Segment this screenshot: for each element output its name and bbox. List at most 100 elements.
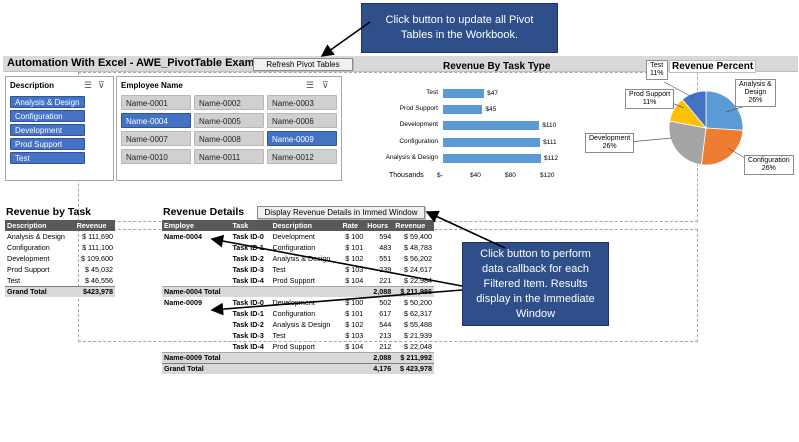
slicer-item-development[interactable]: Development <box>10 124 85 136</box>
employee-slicer-item[interactable]: Name-0011 <box>194 149 264 164</box>
callout-details: Click button to perform data callback fo… <box>462 242 609 326</box>
detail-cell <box>162 253 230 264</box>
slicer-item-prod-support[interactable]: Prod Support <box>10 138 85 150</box>
bar-value-label: $47 <box>487 90 498 97</box>
grand-total-row: Grand Total $423,978 <box>5 285 115 297</box>
detail-cell: Grand Total <box>162 362 231 374</box>
employee-slicer-item[interactable]: Name-0001 <box>121 95 191 110</box>
description-slicer: Description ☰ ⊽ Analysis & Design Config… <box>5 76 114 181</box>
slicer-item-test[interactable]: Test <box>10 152 85 164</box>
refresh-pivot-tables-button[interactable]: Refresh Pivot Tables <box>253 58 353 71</box>
pie-label-development-pct: 26% <box>602 143 617 150</box>
detail-cell <box>340 285 366 297</box>
employee-slicer-item[interactable]: Name-0005 <box>194 113 264 128</box>
employee-slicer-item[interactable]: Name-0012 <box>267 149 337 164</box>
column-header[interactable]: Rate <box>340 220 366 231</box>
detail-cell <box>162 264 230 275</box>
revenue-details-table: Employe Task Description Rate Hours Revenue Na… <box>162 220 434 374</box>
column-header[interactable]: Revenue <box>393 220 434 231</box>
table-row: Name-0009 Total 2,088 $ 211,992 <box>162 351 434 363</box>
display-revenue-details-button[interactable]: Display Revenue Details in Immed Window <box>257 206 425 219</box>
pie-label-development: Development 26% <box>585 133 635 153</box>
detail-cell <box>230 351 271 363</box>
column-header[interactable]: Task <box>230 220 271 231</box>
table-row: Name-0009 Task ID-0 Development $ 100 502 $ 5… <box>162 297 434 308</box>
detail-cell: $ 100 <box>345 298 364 307</box>
detail-cell: Name-0009 <box>164 298 202 307</box>
slicer-item-analysis-design[interactable]: Analysis & Design <box>10 96 85 108</box>
pie-label-prod-support: Prod Support 11% <box>625 89 675 109</box>
bar-value-label: $111 <box>543 138 557 146</box>
table-row: Prod Support $ 45,032 <box>5 264 115 275</box>
cell-description: Configuration <box>7 243 50 252</box>
bar-category-label: Development <box>399 121 438 129</box>
detail-cell: 551 <box>379 254 392 263</box>
employee-slicer-item[interactable]: Name-0007 <box>121 131 191 146</box>
detail-cell <box>270 351 341 363</box>
column-header[interactable]: Description <box>5 220 75 231</box>
slicer-item-configuration[interactable]: Configuration <box>10 110 85 122</box>
detail-cell: Name-0004 <box>164 232 202 241</box>
detail-cell <box>340 362 366 374</box>
detail-cell: $ 50,200 <box>404 298 432 307</box>
employee-slicer-item[interactable]: Name-0004 <box>121 113 191 128</box>
detail-cell <box>162 275 230 286</box>
callout-details-text: Click button to perform data callback fo… <box>476 247 595 320</box>
column-header[interactable]: Revenue <box>74 220 115 231</box>
revenue-by-task-table: Description Revenue Analysis & Design $ 111… <box>5 220 115 297</box>
employee-slicer-item[interactable]: Name-0010 <box>121 149 191 164</box>
employee-slicer-item[interactable]: Name-0009 <box>267 131 337 146</box>
pie-label-configuration-name: Configuration <box>748 157 790 164</box>
cell-description: Test <box>7 275 21 285</box>
employee-slicer-item[interactable]: Name-0003 <box>267 95 337 110</box>
detail-cell <box>162 330 230 341</box>
bar-value-label: $110 <box>542 122 557 130</box>
pie-label-analysis: Analysis & Design 26% <box>735 79 776 107</box>
bar-category-label: Test <box>426 89 438 96</box>
employee-slicer-item[interactable]: Name-0002 <box>194 95 264 110</box>
detail-cell: $ 24,617 <box>404 265 432 274</box>
detail-cell: Name-0004 Total <box>162 285 231 297</box>
detail-cell: $ 59,400 <box>404 232 432 241</box>
clear-filter-icon[interactable]: ⊽ <box>322 80 331 91</box>
detail-cell: 4,176 <box>365 362 394 374</box>
detail-cell: $ 211,992 <box>393 351 434 363</box>
bar-chart-title: Revenue By Task Type <box>443 61 551 72</box>
clear-filter-icon[interactable]: ⊽ <box>98 80 107 91</box>
detail-cell: $ 48,783 <box>404 243 432 252</box>
detail-cell: $ 104 <box>345 275 364 285</box>
detail-cell: Development <box>272 298 315 307</box>
detail-cell: $ 56,202 <box>404 254 432 263</box>
table-row: Name-0004 Task ID-0 Development $ 100 594 $ 5… <box>162 231 434 242</box>
detail-cell <box>340 351 366 363</box>
table-row: Task ID-2 Analysis & Design $ 102 551 $ 56,2… <box>162 253 434 264</box>
table-row: Analysis & Design $ 111,690 <box>5 231 115 242</box>
column-header[interactable]: Employe <box>162 220 231 231</box>
detail-cell: $ 101 <box>345 243 364 252</box>
detail-cell: $ 103 <box>345 331 364 340</box>
detail-cell: Task ID-3 <box>232 265 264 274</box>
cell-description: Analysis & Design <box>7 232 65 241</box>
detail-cell: $ 62,317 <box>404 309 432 318</box>
detail-cell: Task ID-2 <box>232 320 264 329</box>
employee-slicer: Employee Name ☰ ⊽ Name-0001 Name-0002 Name… <box>116 76 342 181</box>
employee-slicer-item[interactable]: Name-0006 <box>267 113 337 128</box>
employee-slicer-item[interactable]: Name-0008 <box>194 131 264 146</box>
cell-revenue: $ 46,556 <box>85 275 113 285</box>
detail-cell: Task ID-3 <box>232 331 264 340</box>
pie-label-analysis-line2: Design <box>744 89 767 96</box>
table-header-row: Employe Task Description Rate Hours Revenue <box>162 220 434 231</box>
detail-cell: Configuration <box>272 309 316 318</box>
revenue-details-title: Revenue Details <box>163 206 245 218</box>
detail-cell: 239 <box>379 265 392 274</box>
detail-cell: Name-0009 Total <box>162 351 231 363</box>
slicer-multiselect-icon[interactable]: ☰ <box>84 80 94 91</box>
pie-slice <box>700 127 744 166</box>
column-header[interactable]: Hours <box>365 220 394 231</box>
bar <box>443 105 483 115</box>
column-header[interactable]: Description <box>270 220 341 231</box>
description-slicer-title: Description <box>10 81 55 90</box>
table-row: Grand Total 4,176 $ 423,978 <box>162 362 434 374</box>
detail-cell: $ 21,939 <box>404 331 432 340</box>
slicer-multiselect-icon[interactable]: ☰ <box>306 80 316 91</box>
